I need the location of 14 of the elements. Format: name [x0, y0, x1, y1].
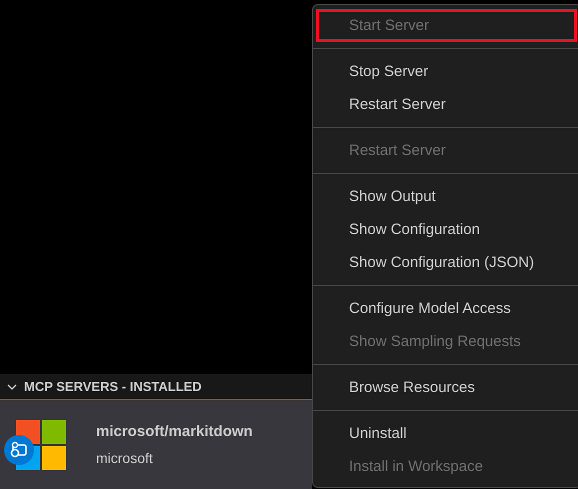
menu-item[interactable]: Restart Server: [313, 88, 578, 121]
menu-item[interactable]: Browse Resources: [313, 371, 578, 404]
menu-item[interactable]: Uninstall: [313, 417, 578, 450]
menu-item[interactable]: Show Output: [313, 180, 578, 213]
server-list-item[interactable]: microsoft/markitdown microsoft: [0, 400, 312, 489]
badge-icon: [4, 434, 34, 464]
panel-header[interactable]: MCP SERVERS - INSTALLED: [0, 374, 312, 400]
menu-item[interactable]: Stop Server: [313, 55, 578, 88]
server-publisher: microsoft: [96, 450, 154, 466]
menu-item[interactable]: Configure Model Access: [313, 292, 578, 325]
menu-item[interactable]: Show Configuration (JSON): [313, 246, 578, 279]
menu-item[interactable]: Show Configuration: [313, 213, 578, 246]
panel-title: MCP SERVERS - INSTALLED: [24, 379, 202, 394]
server-name: microsoft/markitdown: [96, 423, 253, 440]
